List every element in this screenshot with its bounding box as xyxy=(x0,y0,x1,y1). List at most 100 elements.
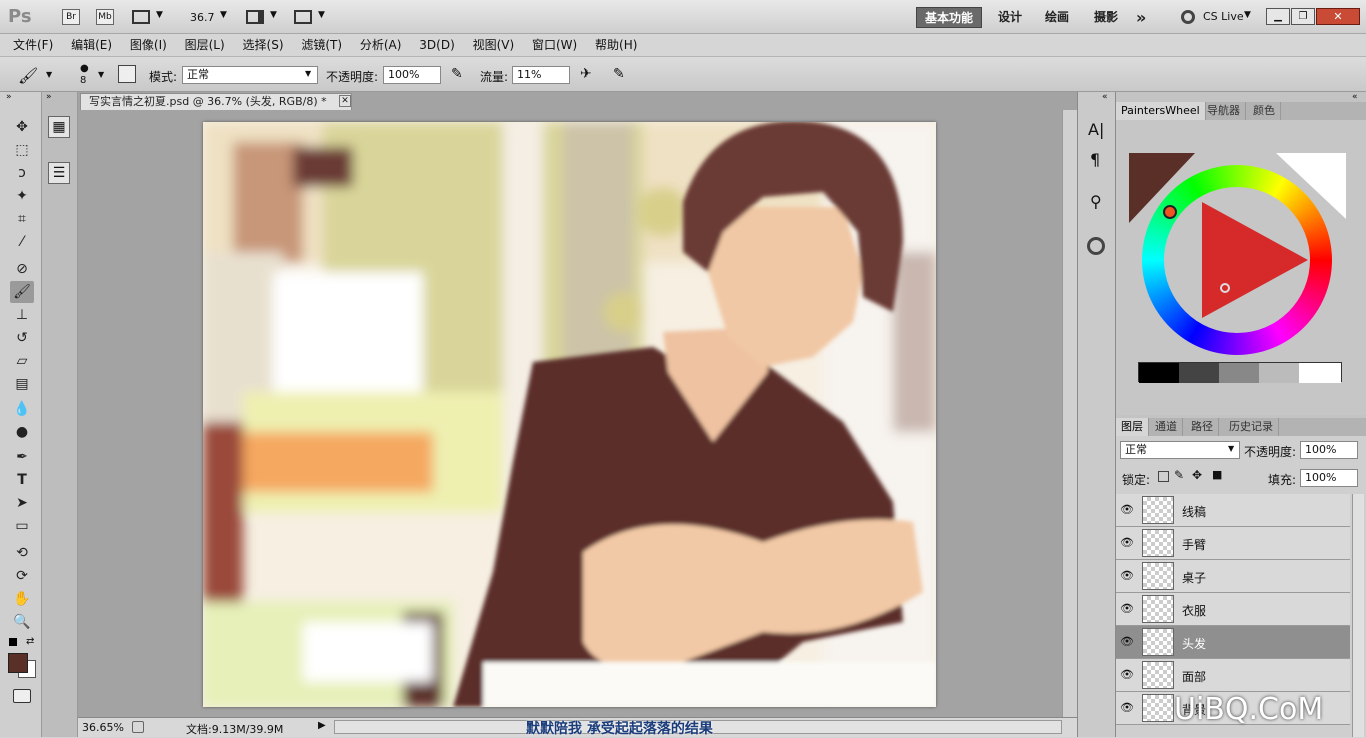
layer-row[interactable]: 👁 面部 xyxy=(1116,659,1350,692)
blend-mode-select[interactable]: 正常 xyxy=(1120,441,1240,459)
workspace-painting[interactable]: 绘画 xyxy=(1037,7,1077,28)
quick-mask-icon[interactable] xyxy=(13,689,31,703)
menu-edit[interactable]: 编辑(E) xyxy=(64,34,119,56)
saturation-value-triangle[interactable] xyxy=(1202,202,1308,318)
clone-stamp-tool-icon[interactable]: ⊥ xyxy=(10,304,34,326)
menu-analysis[interactable]: 分析(A) xyxy=(353,34,409,56)
menu-file[interactable]: 文件(F) xyxy=(6,34,60,56)
menu-image[interactable]: 图像(I) xyxy=(123,34,174,56)
eye-icon[interactable]: 👁 xyxy=(1118,600,1136,618)
eye-icon[interactable]: 👁 xyxy=(1118,534,1136,552)
tool-presets-panel-icon[interactable]: ☰ xyxy=(48,162,70,184)
cslive-button[interactable]: CS Live xyxy=(1203,10,1244,23)
panel-collapse-icon[interactable]: « xyxy=(1102,92,1108,102)
layer-row[interactable]: 👁 桌子 xyxy=(1116,560,1350,593)
eraser-tool-icon[interactable]: ▱ xyxy=(10,350,34,372)
eye-icon[interactable]: 👁 xyxy=(1118,666,1136,684)
minimize-window-button[interactable]: ▁ xyxy=(1266,8,1290,25)
flow-input[interactable]: 11% xyxy=(512,66,570,84)
eye-icon[interactable]: 👁 xyxy=(1118,699,1136,717)
vertical-scrollbar[interactable] xyxy=(1062,110,1077,717)
menu-filter[interactable]: 滤镜(T) xyxy=(294,34,349,56)
fill-input[interactable]: 100% xyxy=(1300,469,1358,487)
lasso-tool-icon[interactable]: ↄ xyxy=(10,162,34,184)
layer-row[interactable]: 👁 线稿 xyxy=(1116,494,1350,527)
lock-position-icon[interactable]: ✥ xyxy=(1192,468,1202,482)
adjust-panel-icon[interactable]: ⚲ xyxy=(1090,192,1102,211)
workspace-design[interactable]: 设计 xyxy=(990,7,1030,28)
history-brush-tool-icon[interactable]: ↺ xyxy=(10,327,34,349)
opacity-input[interactable]: 100% xyxy=(383,66,441,84)
mini-bridge-panel-icon[interactable]: ▦ xyxy=(48,116,70,138)
bridge-button[interactable]: Br xyxy=(62,9,80,25)
lock-all-icon[interactable]: ■ xyxy=(1212,468,1222,481)
brush-size[interactable]: 8 xyxy=(80,75,86,86)
path-selection-tool-icon[interactable]: ➤ xyxy=(10,492,34,514)
layer-opacity-input[interactable]: 100% xyxy=(1300,441,1358,459)
menu-layer[interactable]: 图层(L) xyxy=(178,34,232,56)
eye-icon[interactable]: 👁 xyxy=(1118,567,1136,585)
zoom-level[interactable]: 36.7 xyxy=(190,11,215,24)
layer-row[interactable]: 👁 衣服 xyxy=(1116,593,1350,626)
menu-window[interactable]: 窗口(W) xyxy=(525,34,584,56)
restore-window-button[interactable]: ❐ xyxy=(1291,8,1315,25)
healing-brush-tool-icon[interactable]: ⊘ xyxy=(10,258,34,280)
mode-select[interactable]: 正常 xyxy=(182,66,318,84)
brush-tool-icon[interactable]: 🖌 xyxy=(10,281,34,303)
layer-row[interactable]: 👁 手臂 xyxy=(1116,527,1350,560)
character-panel-icon[interactable]: A| xyxy=(1088,120,1104,139)
screen-mode-icon[interactable] xyxy=(294,10,312,24)
menu-view[interactable]: 视图(V) xyxy=(466,34,522,56)
menu-select[interactable]: 选择(S) xyxy=(236,34,291,56)
tab-channels[interactable]: 通道 xyxy=(1150,418,1183,436)
gradient-tool-icon[interactable]: ▤ xyxy=(10,373,34,395)
eye-icon[interactable]: 👁 xyxy=(1118,633,1136,651)
grayscale-strip[interactable] xyxy=(1138,362,1342,383)
3d-orbit-tool-icon[interactable]: ⟳ xyxy=(10,565,34,587)
chevron-down-icon[interactable]: ▼ xyxy=(270,10,277,20)
rectangle-tool-icon[interactable]: ▭ xyxy=(10,515,34,537)
magic-wand-tool-icon[interactable]: ✦ xyxy=(10,185,34,207)
document-tab[interactable]: 写实言情之初夏.psd @ 36.7% (头发, RGB/8) * ✕ xyxy=(80,93,352,110)
close-window-button[interactable]: ✕ xyxy=(1316,8,1360,25)
menu-help[interactable]: 帮助(H) xyxy=(588,34,644,56)
chevron-down-icon[interactable]: ▼ xyxy=(46,70,52,79)
blur-tool-icon[interactable]: 💧 xyxy=(10,398,34,420)
chevron-down-icon[interactable]: ▼ xyxy=(156,10,163,20)
default-colors-icon[interactable] xyxy=(9,638,17,646)
type-tool-icon[interactable]: T xyxy=(10,469,34,491)
hue-picker-handle[interactable] xyxy=(1163,205,1177,219)
pressure-size-icon[interactable]: ✎ xyxy=(613,66,625,82)
zoom-tool-icon[interactable]: 🔍 xyxy=(10,611,34,633)
lock-pixels-icon[interactable]: ✎ xyxy=(1174,468,1184,482)
workspace-essentials[interactable]: 基本功能 xyxy=(916,7,983,28)
pen-tool-icon[interactable]: ✒ xyxy=(10,446,34,468)
close-document-button[interactable]: ✕ xyxy=(339,95,351,107)
cslive-icon[interactable] xyxy=(1181,10,1195,24)
layers-scrollbar[interactable] xyxy=(1352,494,1364,737)
layer-row-selected[interactable]: 👁 头发 xyxy=(1116,626,1350,659)
status-zoom[interactable]: 36.65% xyxy=(82,721,124,734)
chevron-down-icon[interactable]: ▼ xyxy=(220,10,227,20)
move-tool-icon[interactable]: ✥ xyxy=(10,116,34,138)
document-canvas[interactable] xyxy=(203,122,936,707)
chevron-down-icon[interactable]: ▼ xyxy=(98,70,104,79)
minibridge-button[interactable]: Mb xyxy=(96,9,114,25)
workspace-photography[interactable]: 摄影 xyxy=(1086,7,1126,28)
airbrush-icon[interactable]: ✈ xyxy=(580,66,592,82)
arrange-documents-icon[interactable] xyxy=(246,10,264,24)
swap-colors-icon[interactable]: ⇄ xyxy=(26,636,34,647)
panel-collapse-icon[interactable]: » xyxy=(46,92,52,102)
tab-layers[interactable]: 图层 xyxy=(1116,418,1149,436)
tab-navigator[interactable]: 导航器 xyxy=(1202,102,1246,120)
eye-icon[interactable]: 👁 xyxy=(1118,501,1136,519)
eyedropper-tool-icon[interactable]: ⁄ xyxy=(10,231,34,253)
brush-dot-icon[interactable]: ● xyxy=(80,63,89,74)
foreground-color-swatch[interactable] xyxy=(8,653,28,673)
tab-color[interactable]: 颜色 xyxy=(1248,102,1281,120)
3d-rotate-tool-icon[interactable]: ⟲ xyxy=(10,542,34,564)
chevron-down-icon[interactable]: ▼ xyxy=(318,10,325,20)
3d-panel-icon[interactable] xyxy=(1087,237,1105,255)
tab-painterswheel[interactable]: PaintersWheel xyxy=(1116,102,1206,120)
paragraph-panel-icon[interactable]: ¶ xyxy=(1090,150,1100,169)
